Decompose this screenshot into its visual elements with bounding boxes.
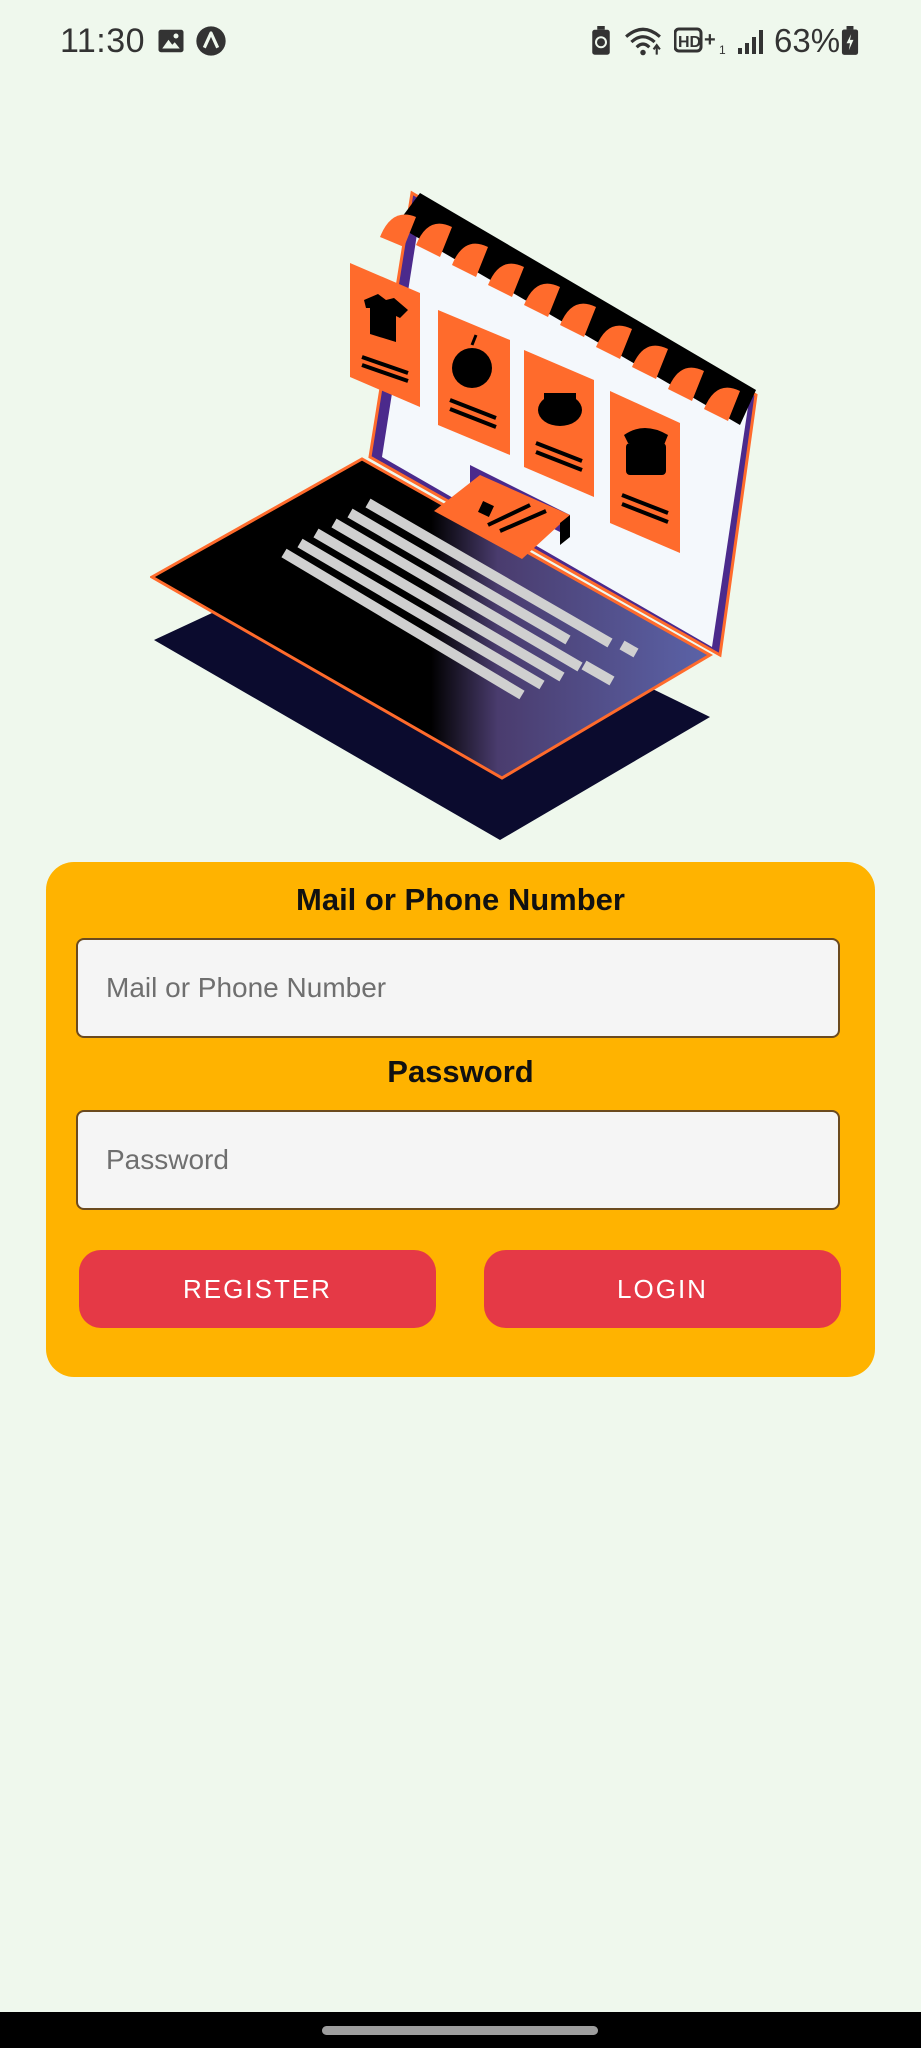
status-bar: 11:30 HD + 1 63% xyxy=(0,0,921,84)
home-gesture-handle[interactable] xyxy=(322,2026,598,2035)
mail-label: Mail or Phone Number xyxy=(296,882,625,917)
mail-field-container[interactable] xyxy=(76,938,840,1038)
login-button[interactable]: LOGIN xyxy=(484,1250,841,1328)
battery-icon xyxy=(841,26,859,55)
status-time: 11:30 xyxy=(60,22,146,60)
register-button[interactable]: REGISTER xyxy=(79,1250,436,1328)
laptop-online-shop-illustration xyxy=(150,190,758,840)
app-icon xyxy=(196,26,226,56)
login-card: Mail or Phone Number Password REGISTER L… xyxy=(46,862,875,1377)
battery-saver-icon xyxy=(592,26,610,55)
svg-text:+: + xyxy=(704,29,716,51)
password-label: Password xyxy=(387,1054,534,1089)
wifi-icon xyxy=(625,27,661,56)
gallery-icon xyxy=(158,29,184,53)
hd-plus-icon: HD + 1 xyxy=(674,27,726,56)
svg-text:1: 1 xyxy=(719,43,726,56)
navigation-bar xyxy=(0,2012,921,2048)
password-input[interactable] xyxy=(78,1112,838,1208)
svg-text:HD: HD xyxy=(678,34,701,51)
signal-icon xyxy=(738,30,763,54)
password-field-container[interactable] xyxy=(76,1110,840,1210)
mail-input[interactable] xyxy=(78,940,838,1036)
battery-percent: 63% xyxy=(774,22,841,59)
